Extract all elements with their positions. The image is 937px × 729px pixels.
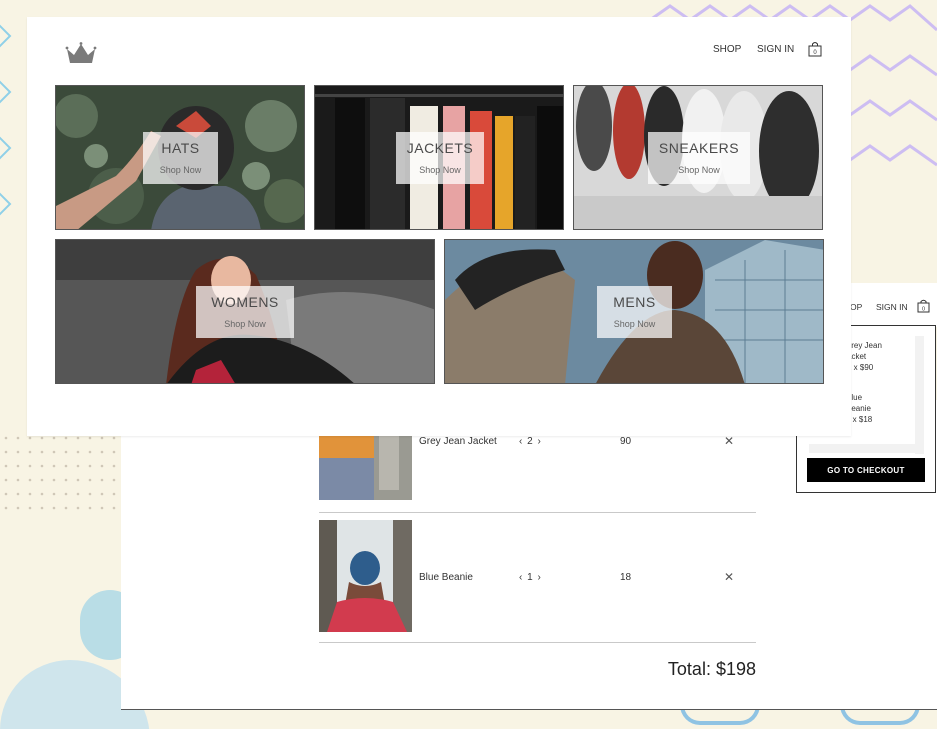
nav-sign-in-link[interactable]: SIGN IN [757, 44, 794, 55]
horizontal-scrollbar[interactable] [809, 444, 921, 453]
shop-now-link[interactable]: Shop Now [396, 165, 484, 175]
category-title: SNEAKERS [658, 140, 740, 156]
shop-now-link[interactable]: Shop Now [143, 165, 218, 175]
category-label: HATS Shop Now [143, 132, 218, 184]
cart-count: 0 [922, 307, 925, 313]
shop-now-link[interactable]: Shop Now [648, 165, 750, 175]
category-tile-mens[interactable]: MENS Shop Now [444, 239, 824, 384]
decrease-quantity-icon[interactable]: ‹ [519, 436, 523, 447]
cart-count: 0 [813, 50, 817, 56]
category-label: JACKETS Shop Now [396, 132, 484, 184]
checkout-item-price: 18 [620, 572, 632, 583]
quantity-value: 1 [527, 572, 534, 583]
shop-now-link[interactable]: Shop Now [597, 319, 672, 329]
increase-quantity-icon[interactable]: › [537, 436, 541, 447]
remove-item-icon[interactable]: ✕ [724, 434, 734, 448]
go-to-checkout-button[interactable]: GO TO CHECKOUT [807, 458, 925, 482]
category-title: WOMENS [211, 294, 279, 310]
quantity-stepper[interactable]: ‹ 2 › [519, 436, 542, 447]
cart-item-qty-price: 2 x $90 [849, 363, 874, 372]
cart-dropdown-item: Grey Jean acket 2 x $90 [849, 340, 889, 373]
category-label: MENS Shop Now [597, 286, 672, 338]
increase-quantity-icon[interactable]: › [537, 572, 541, 583]
quantity-value: 2 [527, 436, 534, 447]
crown-icon[interactable] [65, 41, 97, 70]
vertical-scrollbar[interactable] [915, 336, 924, 454]
checkout-item-row: Blue Beanie ‹ 1 › 18 ✕ [319, 513, 756, 643]
checkout-item-name: Grey Jean Jacket [419, 436, 497, 447]
checkout-item-price: 90 [620, 436, 632, 447]
category-label: WOMENS Shop Now [196, 286, 294, 338]
category-tile-womens[interactable]: WOMENS Shop Now [55, 239, 435, 384]
nav-shop-link[interactable]: OP [850, 302, 862, 312]
category-label: SNEAKERS Shop Now [648, 132, 750, 184]
quantity-stepper[interactable]: ‹ 1 › [519, 572, 542, 583]
decrease-quantity-icon[interactable]: ‹ [519, 572, 523, 583]
cart-item-name-cont: acket [849, 352, 867, 361]
category-title: HATS [161, 140, 200, 156]
cart-page-header: OP SIGN IN 0 [836, 283, 937, 327]
chevron-pattern-decoration [0, 24, 12, 216]
product-thumbnail [319, 520, 412, 632]
cart-item-name: Grey Jean [849, 341, 882, 350]
checkout-total: Total: $198 [667, 659, 756, 679]
cart-dropdown-item: Blue Beanie 1 x $18 [849, 392, 889, 425]
shop-home-page: SHOP SIGN IN 0 HATS Shop Now JACKETS Sho… [27, 17, 851, 436]
category-title: JACKETS [406, 140, 474, 156]
cart-item-qty-price: 1 x $18 [849, 415, 873, 424]
checkout-item-name: Blue Beanie [419, 572, 473, 583]
nav-shop-link[interactable]: SHOP [713, 44, 741, 55]
shopping-bag-icon[interactable]: 0 [917, 299, 930, 318]
nav-sign-in-link[interactable]: SIGN IN [876, 302, 908, 312]
dot-grid-decoration [4, 436, 116, 510]
cart-item-name: Blue Beanie [849, 393, 871, 413]
shopping-bag-icon[interactable]: 0 [808, 41, 822, 62]
remove-item-icon[interactable]: ✕ [724, 570, 734, 584]
category-title: MENS [613, 294, 656, 310]
category-tile-jackets[interactable]: JACKETS Shop Now [314, 85, 564, 230]
category-tile-sneakers[interactable]: SNEAKERS Shop Now [573, 85, 823, 230]
shop-now-link[interactable]: Shop Now [196, 319, 294, 329]
category-tile-hats[interactable]: HATS Shop Now [55, 85, 305, 230]
